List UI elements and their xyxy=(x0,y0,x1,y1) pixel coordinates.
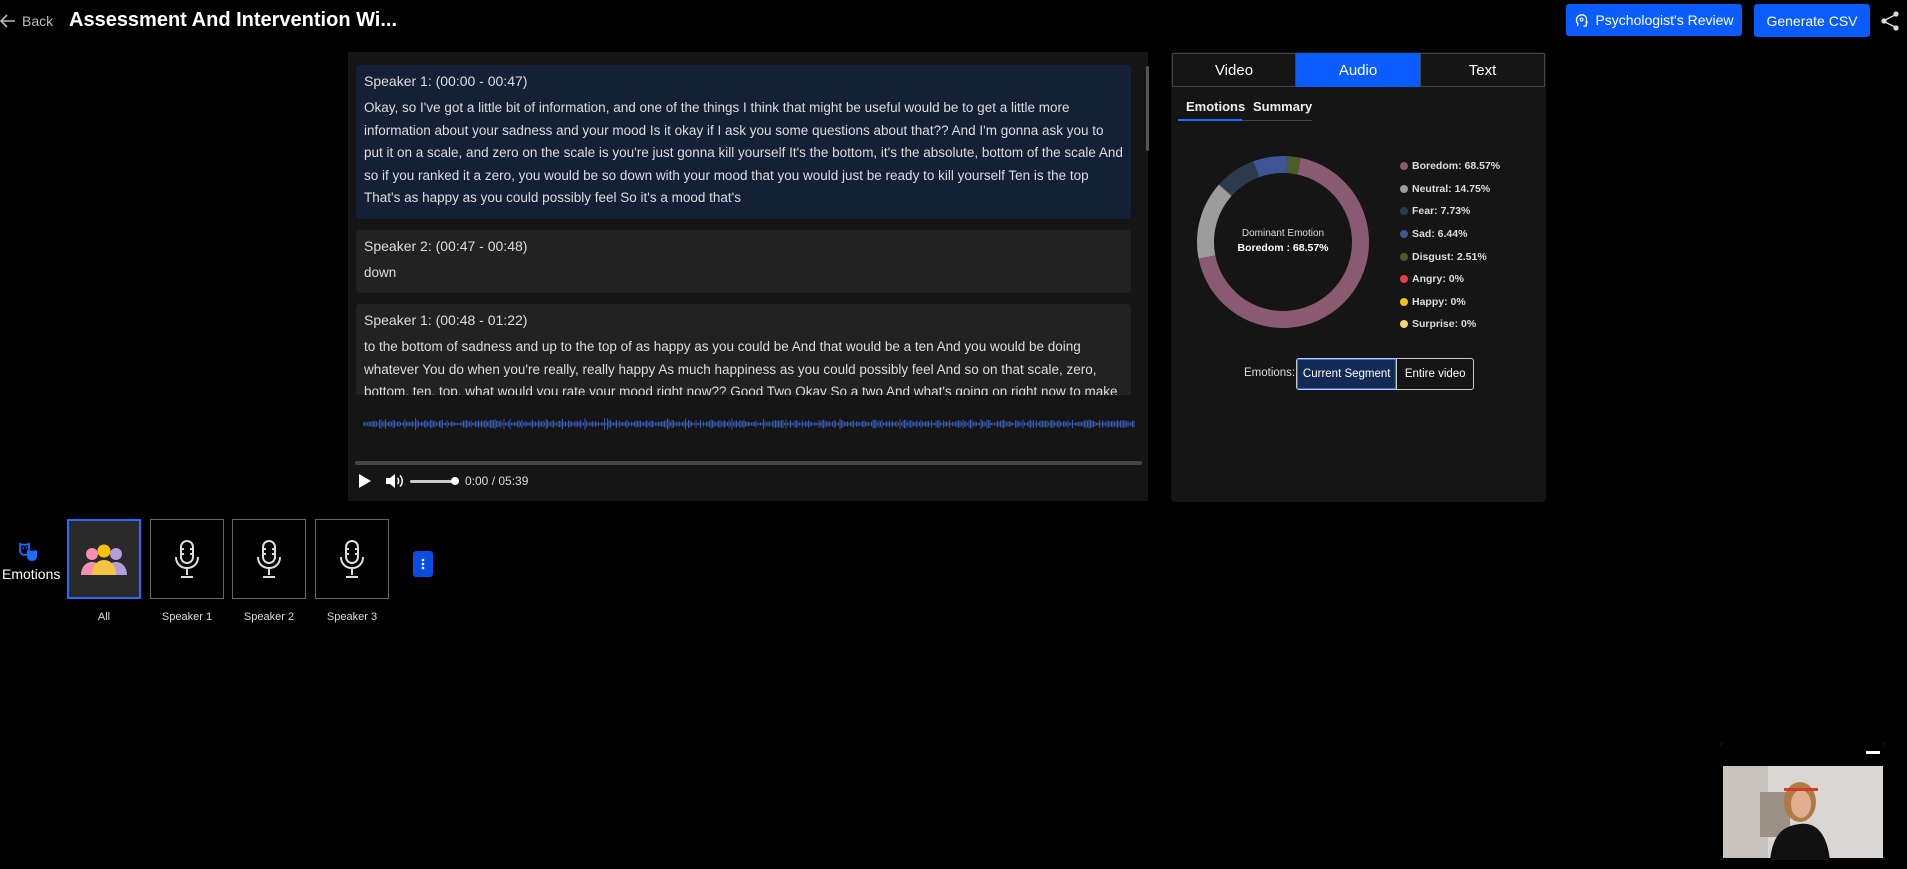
more-options-button[interactable] xyxy=(413,551,433,577)
volume-slider[interactable] xyxy=(410,480,456,483)
group-icon xyxy=(81,544,127,575)
transcript-scrollbar[interactable] xyxy=(1146,66,1149,151)
legend-item-angry: Angry: 0% xyxy=(1400,268,1500,291)
segment-text: to the bottom of sadness and up to the t… xyxy=(364,339,1118,395)
legend-item-neutral: Neutral: 14.75% xyxy=(1400,178,1500,201)
subtab-divider xyxy=(1242,120,1312,121)
back-button[interactable]: Back xyxy=(0,10,53,32)
playback-progress-bar[interactable] xyxy=(355,461,1142,465)
legend-item-disgust: Disgust: 2.51% xyxy=(1400,245,1500,268)
csv-button-label: Generate CSV xyxy=(1766,12,1858,29)
play-icon[interactable] xyxy=(356,473,372,489)
donut-slice-sad[interactable] xyxy=(1253,156,1288,178)
segment-heading: Speaker 2: (00:47 - 00:48) xyxy=(364,237,528,254)
donut-center-value: Boredom : 68.57% xyxy=(1237,242,1329,254)
dots-vertical-icon xyxy=(421,558,425,570)
legend-swatch xyxy=(1400,275,1408,284)
legend-item-surprise: Surprise: 0% xyxy=(1400,313,1500,336)
segment-text: Okay, so I've got a little bit of inform… xyxy=(364,100,1123,205)
legend-label: Surprise: 0% xyxy=(1412,318,1477,331)
tab-audio[interactable]: Audio xyxy=(1296,53,1420,87)
speaker-card-1[interactable] xyxy=(150,519,224,599)
legend-swatch xyxy=(1400,230,1408,239)
emotions-section-label: Emotions xyxy=(2,566,61,582)
legend-item-sad: Sad: 6.44% xyxy=(1400,223,1500,246)
speaker-label-3: Speaker 3 xyxy=(326,611,378,623)
video-preview[interactable] xyxy=(1720,742,1885,860)
transcript-list[interactable]: Speaker 1: (00:00 - 00:47) Okay, so I've… xyxy=(356,65,1131,395)
legend-label: Fear: 7.73% xyxy=(1412,205,1471,218)
microphone-icon xyxy=(257,540,281,578)
psychologist-review-button[interactable]: Psychologist's Review xyxy=(1566,4,1742,36)
head-icon xyxy=(1576,13,1589,27)
speaker-card-all[interactable] xyxy=(67,519,141,599)
legend-item-happy: Happy: 0% xyxy=(1400,291,1500,314)
audio-waveform[interactable] xyxy=(363,418,1135,430)
speaker-card-3[interactable] xyxy=(315,519,389,599)
emotion-donut-chart: Dominant Emotion Boredom : 68.57% xyxy=(1197,156,1369,328)
legend-label: Neutral: 14.75% xyxy=(1412,182,1491,195)
donut-center-label: Dominant Emotion xyxy=(1242,228,1324,239)
volume-icon[interactable] xyxy=(384,472,404,490)
legend-item-boredom: Boredom: 68.57% xyxy=(1400,155,1500,178)
current-segment-button[interactable]: Current Segment xyxy=(1297,359,1397,389)
legend-label: Sad: 6.44% xyxy=(1412,228,1468,241)
page-title: Assessment And Intervention Wi... xyxy=(69,9,398,31)
legend-label: Happy: 0% xyxy=(1412,295,1466,308)
legend-swatch xyxy=(1400,320,1408,329)
theater-masks-icon[interactable] xyxy=(18,541,40,563)
legend-swatch xyxy=(1400,162,1408,171)
tab-text[interactable]: Text xyxy=(1420,53,1545,87)
transcript-segment[interactable]: Speaker 2: (00:47 - 00:48) down xyxy=(356,229,1131,293)
segment-heading: Speaker 1: (00:00 - 00:47) xyxy=(364,73,528,89)
volume-slider-handle[interactable] xyxy=(451,477,459,485)
transcript-segment[interactable]: Speaker 1: (00:00 - 00:47) Okay, so I've… xyxy=(356,65,1131,219)
legend-swatch xyxy=(1400,252,1408,261)
transcript-panel: Speaker 1: (00:00 - 00:47) Okay, so I've… xyxy=(348,52,1148,501)
review-button-label: Psychologist's Review xyxy=(1595,12,1734,28)
share-icon[interactable] xyxy=(1878,10,1902,32)
legend-item-fear: Fear: 7.73% xyxy=(1400,200,1500,223)
back-label: Back xyxy=(22,13,54,29)
subtab-emotions[interactable]: Emotions xyxy=(1186,99,1245,114)
segment-text: down xyxy=(364,264,397,280)
emotion-legend: Boredom: 68.57% Neutral: 14.75% Fear: 7.73… xyxy=(1400,155,1500,336)
legend-swatch xyxy=(1400,207,1408,216)
minimize-icon[interactable] xyxy=(1866,751,1880,755)
segment-heading: Speaker 1: (00:48 - 01:22) xyxy=(364,312,528,328)
speaker-card-2[interactable] xyxy=(232,519,306,599)
time-readout: 0:00 / 05:39 xyxy=(465,474,529,488)
legend-swatch xyxy=(1400,184,1408,193)
tab-video[interactable]: Video xyxy=(1172,53,1296,87)
microphone-icon xyxy=(340,540,364,578)
microphone-icon xyxy=(175,540,199,578)
generate-csv-button[interactable]: Generate CSV xyxy=(1754,4,1870,37)
subtab-summary[interactable]: Summary xyxy=(1253,99,1312,114)
speaker-label-1: Speaker 1 xyxy=(161,611,213,623)
donut-slice-neutral[interactable] xyxy=(1197,184,1232,259)
emotion-scope-toggle: Current Segment Entire video xyxy=(1296,358,1474,390)
legend-label: Boredom: 68.57% xyxy=(1412,160,1501,173)
subtab-active-indicator xyxy=(1178,119,1242,121)
entire-video-button[interactable]: Entire video xyxy=(1396,359,1473,389)
emotions-scope-label: Emotions: xyxy=(1244,367,1296,379)
video-frame-image xyxy=(1720,742,1885,860)
legend-swatch xyxy=(1400,297,1408,306)
speaker-label-2: Speaker 2 xyxy=(243,611,295,623)
arrow-left-icon xyxy=(0,14,15,28)
waveform-trace xyxy=(363,418,1135,430)
legend-label: Disgust: 2.51% xyxy=(1412,250,1487,263)
speaker-label-all: All xyxy=(97,611,111,623)
legend-label: Angry: 0% xyxy=(1412,273,1464,286)
transcript-segment[interactable]: Speaker 1: (00:48 - 01:22) to the bottom… xyxy=(356,304,1131,395)
